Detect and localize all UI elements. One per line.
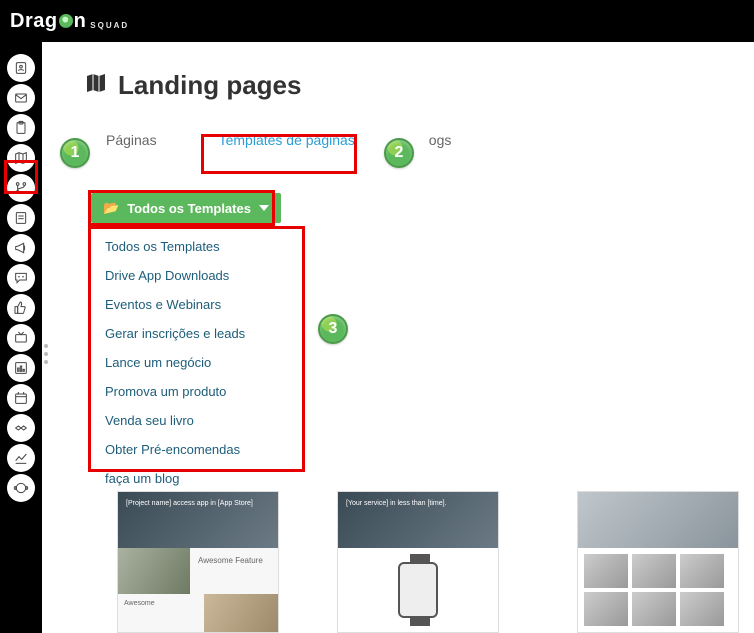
deal-icon[interactable]	[7, 414, 35, 442]
template-hero: [Project name] access app in [App Store]	[118, 492, 278, 548]
templates-filter-menu: Todos os Templates Drive App Downloads E…	[93, 232, 298, 493]
chevron-down-icon	[259, 205, 269, 211]
clipboard-icon[interactable]	[7, 114, 35, 142]
template-feature: Awesome Feature	[190, 548, 278, 594]
callout-3: 3	[318, 314, 348, 344]
template-hero: [Your service] in less than [time].	[338, 492, 498, 548]
template-footer: Awesome	[118, 594, 204, 632]
brand-sub: SQUAD	[90, 21, 129, 30]
thumb-icon[interactable]	[7, 294, 35, 322]
brand-o-icon	[59, 14, 73, 28]
dropdown-label: Todos os Templates	[127, 201, 251, 216]
map-icon	[84, 71, 108, 100]
analytics-icon[interactable]	[7, 444, 35, 472]
tab-blogs[interactable]: ogs	[429, 124, 452, 156]
chat-icon[interactable]	[7, 264, 35, 292]
event-icon[interactable]	[7, 384, 35, 412]
brand-main: Drag	[10, 10, 58, 33]
sidebar	[0, 42, 42, 633]
mail-icon[interactable]	[7, 84, 35, 112]
menu-item[interactable]: Todos os Templates	[93, 232, 298, 261]
form-icon[interactable]	[7, 204, 35, 232]
menu-item[interactable]: Obter Pré-encomendas	[93, 435, 298, 464]
menu-item[interactable]: Venda seu livro	[93, 406, 298, 435]
brand-suffix: n	[74, 10, 87, 33]
support-icon[interactable]	[7, 474, 35, 502]
template-hero	[578, 492, 738, 548]
template-card[interactable]: [Your service] in less than [time].	[338, 492, 498, 632]
tab-templates[interactable]: Templates de páginas	[219, 124, 355, 156]
map-icon[interactable]	[7, 144, 35, 172]
tab-paginas[interactable]: Páginas	[106, 124, 157, 156]
template-card[interactable]: [Project name] access app in [App Store]…	[118, 492, 278, 632]
templates-filter-dropdown[interactable]: 📂 Todos os Templates	[91, 193, 281, 223]
template-card[interactable]	[578, 492, 738, 632]
contact-icon[interactable]	[7, 54, 35, 82]
report-icon[interactable]	[7, 354, 35, 382]
callout-1: 1	[60, 138, 90, 168]
branch-icon[interactable]	[7, 174, 35, 202]
templates-grid: [Project name] access app in [App Store]…	[56, 492, 754, 632]
menu-item[interactable]: Lance um negócio	[93, 348, 298, 377]
topbar: Dragn SQUAD	[0, 0, 754, 42]
drag-handle-icon[interactable]	[44, 344, 48, 364]
page-title: Landing pages	[118, 70, 301, 101]
tv-icon[interactable]	[7, 324, 35, 352]
menu-item[interactable]: faça um blog	[93, 464, 298, 493]
brand-logo: Dragn SQUAD	[10, 10, 129, 33]
menu-item[interactable]: Promova um produto	[93, 377, 298, 406]
menu-item[interactable]: Eventos e Webinars	[93, 290, 298, 319]
callout-2: 2	[384, 138, 414, 168]
tabs: Páginas Templates de páginas ogs	[76, 119, 754, 161]
page-header: Landing pages	[84, 70, 754, 101]
menu-item[interactable]: Drive App Downloads	[93, 261, 298, 290]
watch-icon	[398, 562, 438, 618]
folder-open-icon: 📂	[103, 200, 119, 216]
menu-item[interactable]: Gerar inscrições e leads	[93, 319, 298, 348]
megaphone-icon[interactable]	[7, 234, 35, 262]
